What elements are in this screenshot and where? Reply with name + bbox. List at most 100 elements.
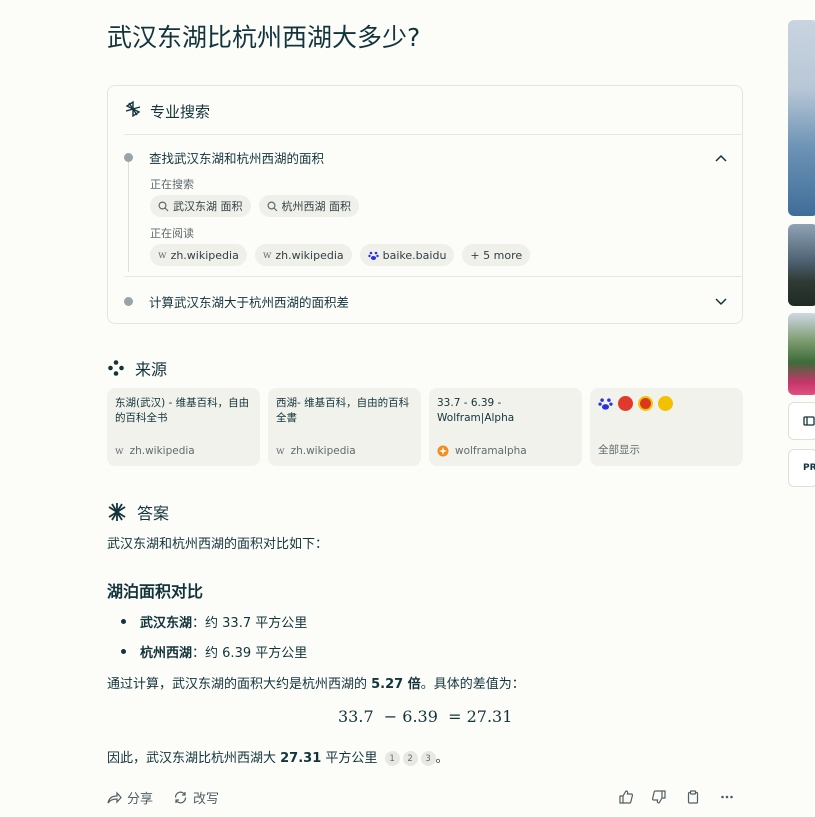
show-all-label: 全部显示 bbox=[598, 444, 640, 456]
answer-subheading: 湖泊面积对比 bbox=[107, 582, 204, 601]
citation-badge[interactable]: 1 bbox=[384, 751, 400, 766]
pro-search-title: 专业搜索 bbox=[150, 102, 211, 121]
related-image[interactable] bbox=[788, 224, 815, 306]
share-label: 分享 bbox=[127, 792, 154, 807]
ratio-value: 5.27 倍 bbox=[371, 677, 421, 692]
source-domain: zh.wikipedia bbox=[129, 445, 195, 457]
thumbs-down-icon[interactable] bbox=[651, 789, 667, 805]
sources-heading: 来源 bbox=[107, 356, 167, 380]
search-icon bbox=[158, 200, 169, 211]
source-domain: zh.wikipedia bbox=[290, 445, 356, 457]
equation: 33.7 − 6.39 = 27.31 bbox=[338, 707, 513, 726]
source-cards: 东湖(武汉) - 维基百科，自由的百科全书 w zh.wikipedia 西湖-… bbox=[107, 388, 743, 466]
source-title: 33.7 - 6.39 - Wolfram|Alpha bbox=[437, 397, 515, 424]
query-text: 武汉东湖 面积 bbox=[173, 200, 243, 213]
reading-source-chip[interactable]: w zh.wikipedia bbox=[150, 244, 247, 266]
wikipedia-icon: w bbox=[276, 445, 285, 457]
search-icon bbox=[266, 200, 277, 211]
conclusion-text: 因此，武汉东湖比杭州西湖大 bbox=[107, 751, 281, 766]
source-favicons bbox=[598, 396, 673, 411]
show-all-sources-card[interactable]: 全部显示 bbox=[590, 388, 743, 466]
calc-text: 通过计算，武汉东湖的面积大约是杭州西湖的 bbox=[107, 677, 372, 692]
copy-icon[interactable] bbox=[685, 789, 701, 805]
wikipedia-icon: w bbox=[262, 249, 272, 261]
source-domain: zh.wikipedia bbox=[275, 248, 344, 262]
source-card[interactable]: 33.7 - 6.39 - Wolfram|Alpha wolframalpha bbox=[429, 388, 582, 466]
chevron-down-icon[interactable] bbox=[714, 295, 728, 309]
citation-badge[interactable]: 3 bbox=[420, 751, 436, 766]
list-item: 杭州西湖：约 6.39 平方公里 bbox=[121, 642, 307, 661]
source-card[interactable]: 西湖- 维基百科，自由的百科全書 w zh.wikipedia bbox=[268, 388, 421, 466]
diff-value: 27.31 bbox=[280, 751, 322, 766]
lake-area: 约 6.39 平方公里 bbox=[205, 646, 308, 661]
reading-label: 正在阅读 bbox=[150, 227, 194, 240]
lake-name: 武汉东湖 bbox=[140, 616, 193, 631]
searching-label: 正在搜索 bbox=[150, 178, 194, 191]
video-icon bbox=[803, 416, 815, 426]
step-label: 查找武汉东湖和杭州西湖的面积 bbox=[149, 151, 325, 166]
video-search-button[interactable] bbox=[788, 402, 815, 440]
question-title: 武汉东湖比杭州西湖大多少? bbox=[107, 23, 421, 52]
source-domain: zh.wikipedia bbox=[170, 248, 239, 262]
search-query-chip[interactable]: 武汉东湖 面积 bbox=[150, 195, 251, 217]
wolframalpha-icon bbox=[437, 445, 449, 457]
more-sources-chip[interactable]: + 5 more bbox=[462, 244, 531, 266]
reading-source-chip[interactable]: w zh.wikipedia bbox=[254, 244, 352, 266]
step-done-icon bbox=[124, 153, 133, 162]
sources-title: 来源 bbox=[135, 360, 168, 379]
rewrite-label: 改写 bbox=[193, 792, 220, 807]
baidu-paw-icon bbox=[598, 398, 613, 410]
step-done-icon bbox=[124, 297, 133, 306]
calc-paragraph: 通过计算，武汉东湖的面积大约是杭州西湖的 5.27 倍。具体的差值为： bbox=[107, 673, 525, 692]
calc-text: 。具体的差值为： bbox=[420, 677, 525, 692]
share-icon bbox=[107, 791, 122, 804]
yellow-s-icon bbox=[658, 396, 673, 411]
query-text: 杭州西湖 面积 bbox=[281, 200, 352, 213]
source-site: w zh.wikipedia bbox=[115, 445, 195, 457]
search-query-chip[interactable]: 杭州西湖 面积 bbox=[258, 195, 359, 217]
answer-title: 答案 bbox=[137, 504, 170, 523]
citation-badge[interactable]: 2 bbox=[402, 751, 418, 766]
bullet-dot bbox=[121, 649, 126, 654]
reading-source-chip[interactable]: baike.baidu bbox=[359, 244, 455, 266]
pro-badge[interactable]: PR bbox=[788, 449, 815, 487]
lake-area: 约 33.7 平方公里 bbox=[205, 616, 308, 631]
step-connector bbox=[128, 162, 129, 272]
baidu-paw-icon bbox=[367, 251, 379, 260]
more-options-icon[interactable] bbox=[719, 789, 735, 805]
related-image[interactable] bbox=[788, 313, 815, 395]
thumbs-up-icon[interactable] bbox=[618, 789, 634, 805]
step-label: 计算武汉东湖大于杭州西湖的面积差 bbox=[149, 295, 350, 310]
pro-search-icon bbox=[124, 100, 142, 122]
wikipedia-icon: w bbox=[115, 445, 124, 457]
step-find-areas[interactable]: 查找武汉东湖和杭州西湖的面积 bbox=[124, 148, 728, 167]
emblem-icon bbox=[638, 396, 653, 411]
answer-intro: 武汉东湖和杭州西湖的面积对比如下： bbox=[107, 537, 329, 552]
lake-name: 杭州西湖 bbox=[140, 646, 193, 661]
rewrite-button[interactable]: 改写 bbox=[173, 788, 219, 807]
pro-search-header[interactable]: 专业搜索 bbox=[124, 100, 210, 122]
list-item: 武汉东湖：约 33.7 平方公里 bbox=[121, 612, 307, 631]
related-image[interactable] bbox=[788, 20, 815, 216]
sources-icon bbox=[108, 360, 124, 376]
source-site: wolframalpha bbox=[437, 445, 527, 457]
source-site: w zh.wikipedia bbox=[276, 445, 356, 457]
answer-icon bbox=[108, 503, 126, 521]
wikipedia-icon: w bbox=[158, 249, 167, 261]
step-compute-diff[interactable]: 计算武汉东湖大于杭州西湖的面积差 bbox=[124, 292, 728, 311]
answer-heading: 答案 bbox=[107, 500, 169, 524]
conclusion-text: 平方公里 bbox=[321, 751, 378, 766]
pro-search-card: 专业搜索 查找武汉东湖和杭州西湖的面积 正在搜索 武汉东湖 面积 杭州西湖 面积… bbox=[107, 85, 743, 324]
divider bbox=[124, 276, 742, 277]
chevron-up-icon[interactable] bbox=[714, 151, 728, 165]
conclusion-paragraph: 因此，武汉东湖比杭州西湖大 27.31 平方公里 1 2 3。 bbox=[107, 747, 449, 766]
source-title: 东湖(武汉) - 维基百科，自由的百科全书 bbox=[115, 397, 250, 424]
conclusion-text: 。 bbox=[435, 751, 449, 766]
share-button[interactable]: 分享 bbox=[107, 788, 153, 807]
source-card[interactable]: 东湖(武汉) - 维基百科，自由的百科全书 w zh.wikipedia bbox=[107, 388, 260, 466]
red-site-icon bbox=[618, 396, 633, 411]
divider bbox=[124, 134, 742, 135]
search-query-list: 武汉东湖 面积 杭州西湖 面积 bbox=[150, 195, 359, 217]
reading-source-list: w zh.wikipedia w zh.wikipedia baike.baid… bbox=[150, 244, 531, 266]
source-title: 西湖- 维基百科，自由的百科全書 bbox=[276, 397, 410, 424]
